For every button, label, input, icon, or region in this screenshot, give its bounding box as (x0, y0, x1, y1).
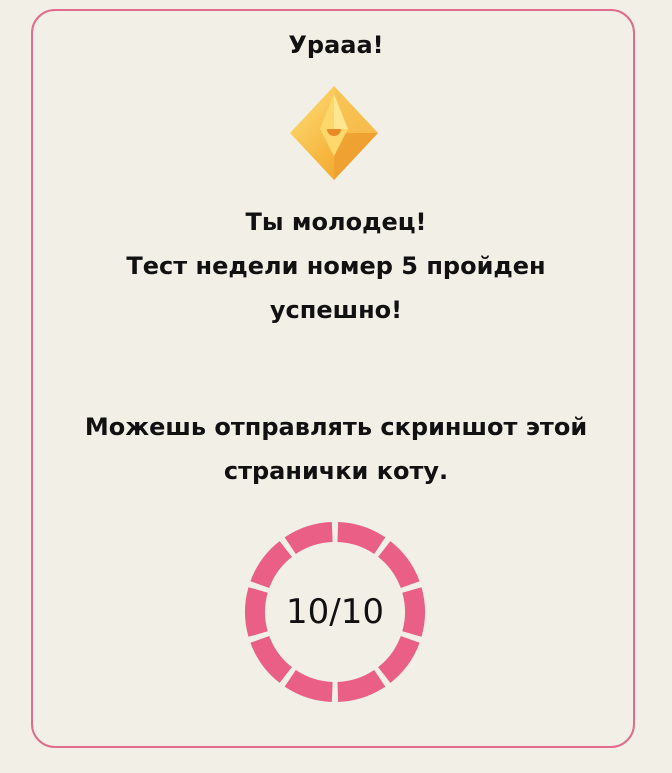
plumbob-crystal-icon (290, 86, 378, 180)
congrats-line: Ты молодец! (245, 208, 427, 236)
score-label: 10/10 (286, 592, 384, 632)
congrats-line: успешно! (269, 296, 403, 324)
hurray-title: Урааа! (288, 31, 384, 59)
congrats-line: Тест недели номер 5 пройден (126, 252, 546, 280)
congrats-message: Ты молодец! Тест недели номер 5 пройден … (76, 200, 596, 332)
screenshot-instruction: Можешь отправлять скриншот этой страничк… (56, 405, 616, 493)
instruction-line: странички коту. (223, 457, 449, 485)
instruction-line: Можешь отправлять скриншот этой (84, 413, 588, 441)
